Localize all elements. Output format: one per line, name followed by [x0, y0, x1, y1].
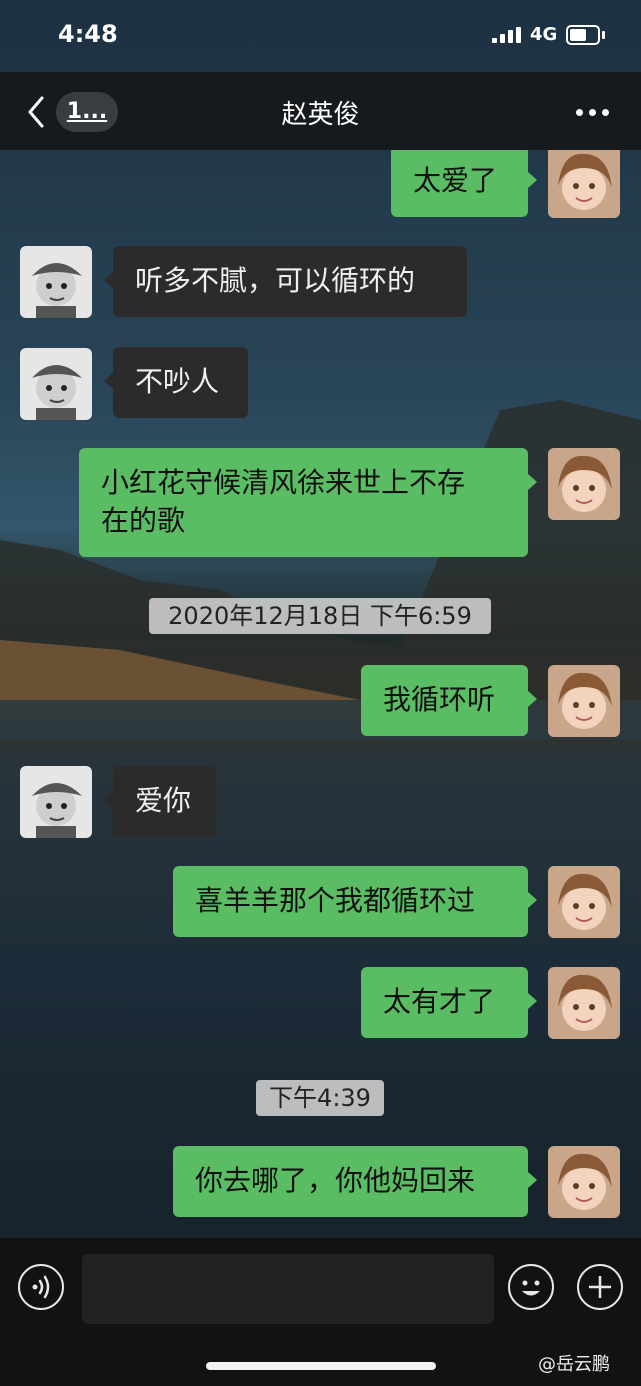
message-list[interactable]: 太爱了 听多不腻，可以循环的 不吵人 小红花守候清风徐来世上不存 在的歌 202… [0, 150, 641, 1238]
message-text: 太有才了 [383, 985, 496, 1018]
self-avatar[interactable] [548, 448, 620, 520]
message-bubble[interactable]: 听多不腻，可以循环的 [104, 246, 467, 317]
message-text: 爱你 [135, 784, 192, 817]
message-bubble[interactable]: 小红花守候清风徐来世上不存 在的歌 [79, 448, 537, 557]
message-text: 太爱了 [413, 164, 498, 197]
home-indicator[interactable] [206, 1362, 436, 1370]
status-bar: 4:48 4G [0, 0, 641, 72]
message-bubble[interactable]: 喜羊羊那个我都循环过 [173, 866, 537, 937]
self-avatar[interactable] [548, 866, 620, 938]
message-input[interactable] [82, 1254, 494, 1324]
self-avatar[interactable] [548, 967, 620, 1039]
self-avatar[interactable] [548, 150, 620, 218]
message-bubble[interactable]: 你去哪了，你他妈回来 [173, 1146, 537, 1217]
network-type: 4G [530, 24, 558, 45]
timestamp-divider: 下午4:39 [256, 1080, 384, 1116]
battery-icon [566, 25, 605, 45]
nav-bar: 1... 赵英俊 [0, 72, 641, 150]
self-avatar[interactable] [548, 1146, 620, 1218]
message-bubble[interactable]: 太爱了 [391, 150, 537, 217]
self-avatar[interactable] [548, 665, 620, 737]
message-text-line: 小红花守候清风徐来世上不存 [101, 466, 466, 499]
message-text: 你去哪了，你他妈回来 [195, 1164, 476, 1197]
contact-avatar[interactable] [20, 766, 92, 838]
message-text-line: 在的歌 [101, 504, 186, 537]
timestamp-divider: 2020年12月18日 下午6:59 [149, 598, 491, 634]
more-icon[interactable] [574, 109, 612, 117]
message-bubble[interactable]: 太有才了 [361, 967, 537, 1038]
voice-icon[interactable] [18, 1264, 64, 1310]
message-bubble[interactable]: 我循环听 [361, 665, 537, 736]
emoji-icon[interactable] [508, 1264, 554, 1310]
watermark: @岳云鹏 [538, 1354, 610, 1375]
message-bubble[interactable]: 爱你 [104, 766, 216, 837]
message-text: 听多不腻，可以循环的 [135, 264, 416, 297]
message-text: 喜羊羊那个我都循环过 [195, 884, 476, 917]
message-text: 不吵人 [135, 365, 220, 398]
message-text: 我循环听 [383, 683, 496, 716]
status-time: 4:48 [58, 20, 118, 48]
chat-title: 赵英俊 [281, 100, 360, 130]
input-bar: @岳云鹏 [0, 1238, 641, 1386]
message-bubble[interactable]: 不吵人 [104, 347, 248, 418]
contact-avatar[interactable] [20, 246, 92, 318]
plus-icon[interactable] [577, 1264, 623, 1310]
contact-avatar[interactable] [20, 348, 92, 420]
signal-icon [492, 27, 521, 43]
